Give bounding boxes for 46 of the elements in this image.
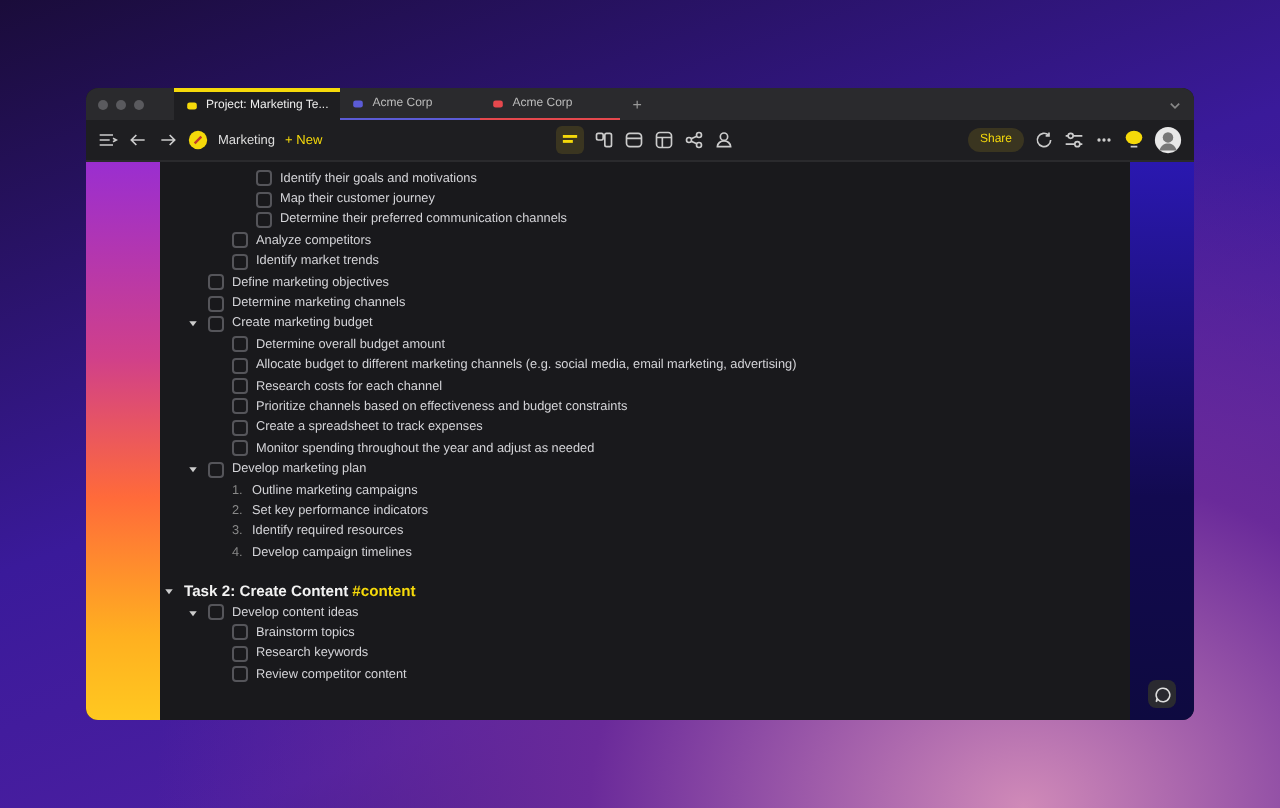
checkbox[interactable] [208, 604, 224, 620]
caret-icon[interactable] [188, 464, 198, 475]
document-view-icon[interactable] [556, 126, 585, 154]
zoom-dot-icon[interactable] [134, 99, 144, 109]
new-tab-button[interactable]: + [620, 88, 654, 120]
checkbox[interactable] [232, 232, 248, 249]
checkbox[interactable] [232, 440, 248, 457]
refresh-icon[interactable] [1034, 130, 1055, 150]
caret-icon[interactable] [188, 318, 198, 329]
checkbox[interactable] [232, 419, 248, 436]
chevron-down-icon[interactable] [1168, 97, 1182, 111]
checkbox[interactable] [232, 666, 248, 683]
checkbox[interactable] [256, 170, 272, 187]
checkbox[interactable] [208, 315, 224, 332]
chat-button[interactable] [1148, 680, 1176, 708]
forward-arrow-icon[interactable] [158, 130, 178, 150]
close-dot-icon[interactable] [98, 99, 108, 109]
avatar-icon[interactable] [1154, 126, 1183, 154]
checkbox[interactable] [232, 645, 248, 662]
back-arrow-icon[interactable] [128, 130, 148, 150]
checkbox[interactable] [208, 274, 224, 291]
caret-icon[interactable] [164, 586, 174, 597]
checkbox[interactable] [256, 211, 272, 228]
menu-icon[interactable] [98, 130, 118, 150]
checkbox[interactable] [232, 378, 248, 395]
checkbox[interactable] [256, 191, 272, 208]
share-nodes-icon[interactable] [684, 130, 705, 150]
checkbox[interactable] [208, 295, 224, 312]
tab-icon [492, 97, 505, 109]
checkbox[interactable] [232, 624, 248, 641]
page-emoji-icon [188, 130, 208, 150]
columns-icon[interactable] [594, 130, 615, 150]
layout-icon[interactable] [654, 130, 675, 150]
checkbox[interactable] [232, 336, 248, 353]
minimize-dot-icon[interactable] [116, 99, 126, 109]
tab-icon [352, 97, 365, 109]
checkbox[interactable] [232, 357, 248, 374]
sliders-icon[interactable] [1064, 130, 1085, 150]
caret-icon[interactable] [188, 607, 198, 617]
checkbox[interactable] [232, 398, 248, 415]
lightbulb-icon[interactable] [1124, 130, 1145, 150]
table-icon[interactable] [624, 130, 645, 150]
checkbox[interactable] [232, 253, 248, 270]
people-icon[interactable] [714, 130, 735, 150]
checkbox[interactable] [208, 461, 224, 478]
tab-icon [186, 100, 198, 112]
